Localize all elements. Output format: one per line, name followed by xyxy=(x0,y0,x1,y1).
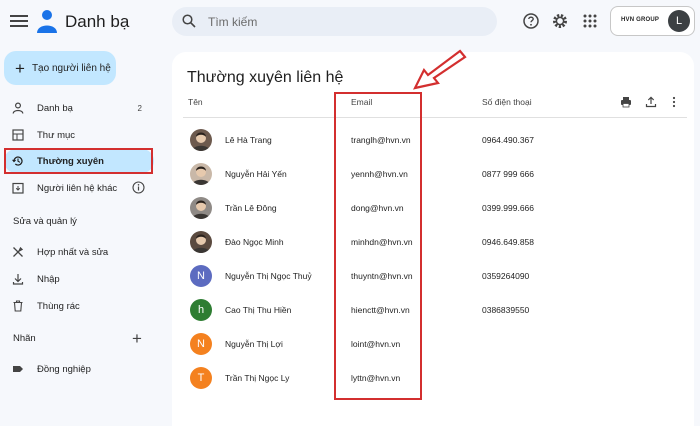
person-icon xyxy=(12,102,24,114)
section-title-manage: Sửa và quản lý xyxy=(13,216,77,227)
sidebar-item-other-contacts[interactable]: Người liên hệ khác xyxy=(4,176,154,200)
avatar xyxy=(190,163,212,185)
gear-icon[interactable] xyxy=(551,12,569,30)
table-row[interactable]: Nguyễn Hải Yến yennh@hvn.vn 0877 999 666 xyxy=(183,157,687,191)
create-contact-label: Tạo người liên hệ xyxy=(31,62,111,74)
header-divider xyxy=(183,117,687,118)
contact-phone: 0386839550 xyxy=(482,305,530,315)
sidebar-item-contacts[interactable]: Danh bạ 2 xyxy=(4,96,154,120)
contact-name: Nguyễn Thị Lợi xyxy=(225,339,283,349)
trash-icon xyxy=(13,300,23,312)
apps-grid-icon[interactable] xyxy=(581,12,599,30)
contact-phone: 0359264090 xyxy=(482,271,530,281)
more-vert-icon[interactable] xyxy=(668,96,680,108)
contact-name: Cao Thị Thu Hiền xyxy=(225,305,292,315)
contacts-logo-icon xyxy=(37,10,57,33)
tools-icon xyxy=(13,246,24,257)
contact-name: Đào Ngọc Minh xyxy=(225,237,284,247)
org-name: HVN GROUP xyxy=(621,17,660,23)
print-icon[interactable] xyxy=(620,96,632,108)
info-icon[interactable] xyxy=(132,181,145,194)
contact-name: Trần Lê Đông xyxy=(225,203,277,213)
add-label-icon[interactable]: + xyxy=(132,330,142,347)
contact-name: Nguyễn Hải Yến xyxy=(225,169,287,179)
menu-icon-bar xyxy=(10,20,28,22)
highlight-frame-email-column xyxy=(334,92,422,400)
avatar: T xyxy=(190,367,212,389)
contact-add-icon xyxy=(12,182,24,194)
column-header-phone: Số điện thoại xyxy=(482,97,532,107)
avatar: N xyxy=(190,265,212,287)
sidebar-item-label: Nhập xyxy=(37,273,60,285)
person-photo-icon xyxy=(192,200,210,219)
sidebar-item-label: Đồng nghiệp xyxy=(37,363,91,375)
org-logo: HVN GROUP xyxy=(621,17,659,23)
table-row[interactable]: Đào Ngọc Minh minhdn@hvn.vn 0946.649.858 xyxy=(183,225,687,259)
sidebar-item-merge-fix[interactable]: Hợp nhất và sửa xyxy=(4,240,154,264)
help-icon[interactable] xyxy=(522,12,540,30)
table-row[interactable]: N Nguyễn Thị Ngọc Thuỷ thuyntn@hvn.vn 03592… xyxy=(183,259,687,293)
main-menu-button[interactable] xyxy=(10,12,28,30)
table-row[interactable]: N Nguyễn Thị Lợi loint@hvn.vn xyxy=(183,327,687,361)
sidebar-item-directory[interactable]: Thư mục xyxy=(4,123,154,147)
avatar[interactable]: L xyxy=(668,10,690,32)
search-bar[interactable] xyxy=(172,7,497,36)
contact-phone: 0964.490.367 xyxy=(482,135,534,145)
avatar: h xyxy=(190,299,212,321)
sidebar-item-label: Thùng rác xyxy=(37,300,80,312)
table-row[interactable]: h Cao Thị Thu Hiền hienctt@hvn.vn 038683955… xyxy=(183,293,687,327)
table-row[interactable]: Lê Hà Trang tranglh@hvn.vn 0964.490.367 xyxy=(183,123,687,157)
contact-phone: 0877 999 666 xyxy=(482,169,534,179)
label-icon xyxy=(13,366,23,372)
contact-name: Trần Thị Ngọc Ly xyxy=(225,373,290,383)
sidebar-item-label: Người liên hệ khác xyxy=(37,182,118,194)
folder-icon xyxy=(12,129,24,141)
sidebar-item-label: Danh bạ xyxy=(37,102,73,114)
app-title: Danh bạ xyxy=(65,12,130,31)
avatar: N xyxy=(190,333,212,355)
highlight-frame-frequent xyxy=(4,148,153,174)
table-row[interactable]: Trần Lê Đông dong@hvn.vn 0399.999.666 xyxy=(183,191,687,225)
sidebar-item-label: Thư mục xyxy=(37,129,76,141)
person-photo-icon xyxy=(192,234,210,253)
avatar xyxy=(190,231,212,253)
contact-count: 2 xyxy=(137,103,142,113)
sidebar-item-label-colleagues[interactable]: Đồng nghiệp xyxy=(4,357,154,381)
annotation-arrow-icon xyxy=(412,49,467,90)
contact-name: Nguyễn Thị Ngọc Thuỷ xyxy=(225,271,312,281)
column-header-name: Tên xyxy=(188,97,203,107)
search-input[interactable] xyxy=(208,13,478,31)
person-photo-icon xyxy=(192,132,210,151)
menu-icon-bar xyxy=(10,25,28,27)
menu-icon-bar xyxy=(10,15,28,17)
search-icon xyxy=(182,14,196,28)
account-switcher[interactable]: HVN GROUP L xyxy=(610,6,695,36)
contact-phone: 0399.999.666 xyxy=(482,203,534,213)
export-icon[interactable] xyxy=(645,96,657,108)
create-contact-button[interactable]: + Tạo người liên hệ xyxy=(4,51,116,85)
contact-phone: 0946.649.858 xyxy=(482,237,534,247)
page-title: Thường xuyên liên hệ xyxy=(187,69,344,86)
plus-icon: + xyxy=(15,58,25,78)
app-header: Danh bạ HVN GROUP L xyxy=(0,0,700,44)
person-photo-icon xyxy=(192,166,210,185)
avatar xyxy=(190,129,212,151)
sidebar-item-label: Hợp nhất và sửa xyxy=(37,246,109,258)
sidebar-item-trash[interactable]: Thùng rác xyxy=(4,294,154,318)
avatar xyxy=(190,197,212,219)
section-title-labels: Nhãn xyxy=(13,333,36,344)
table-row[interactable]: T Trần Thị Ngọc Ly lyttn@hvn.vn xyxy=(183,361,687,395)
sidebar-item-import[interactable]: Nhập xyxy=(4,267,154,291)
download-icon xyxy=(12,274,24,285)
contact-name: Lê Hà Trang xyxy=(225,135,272,145)
